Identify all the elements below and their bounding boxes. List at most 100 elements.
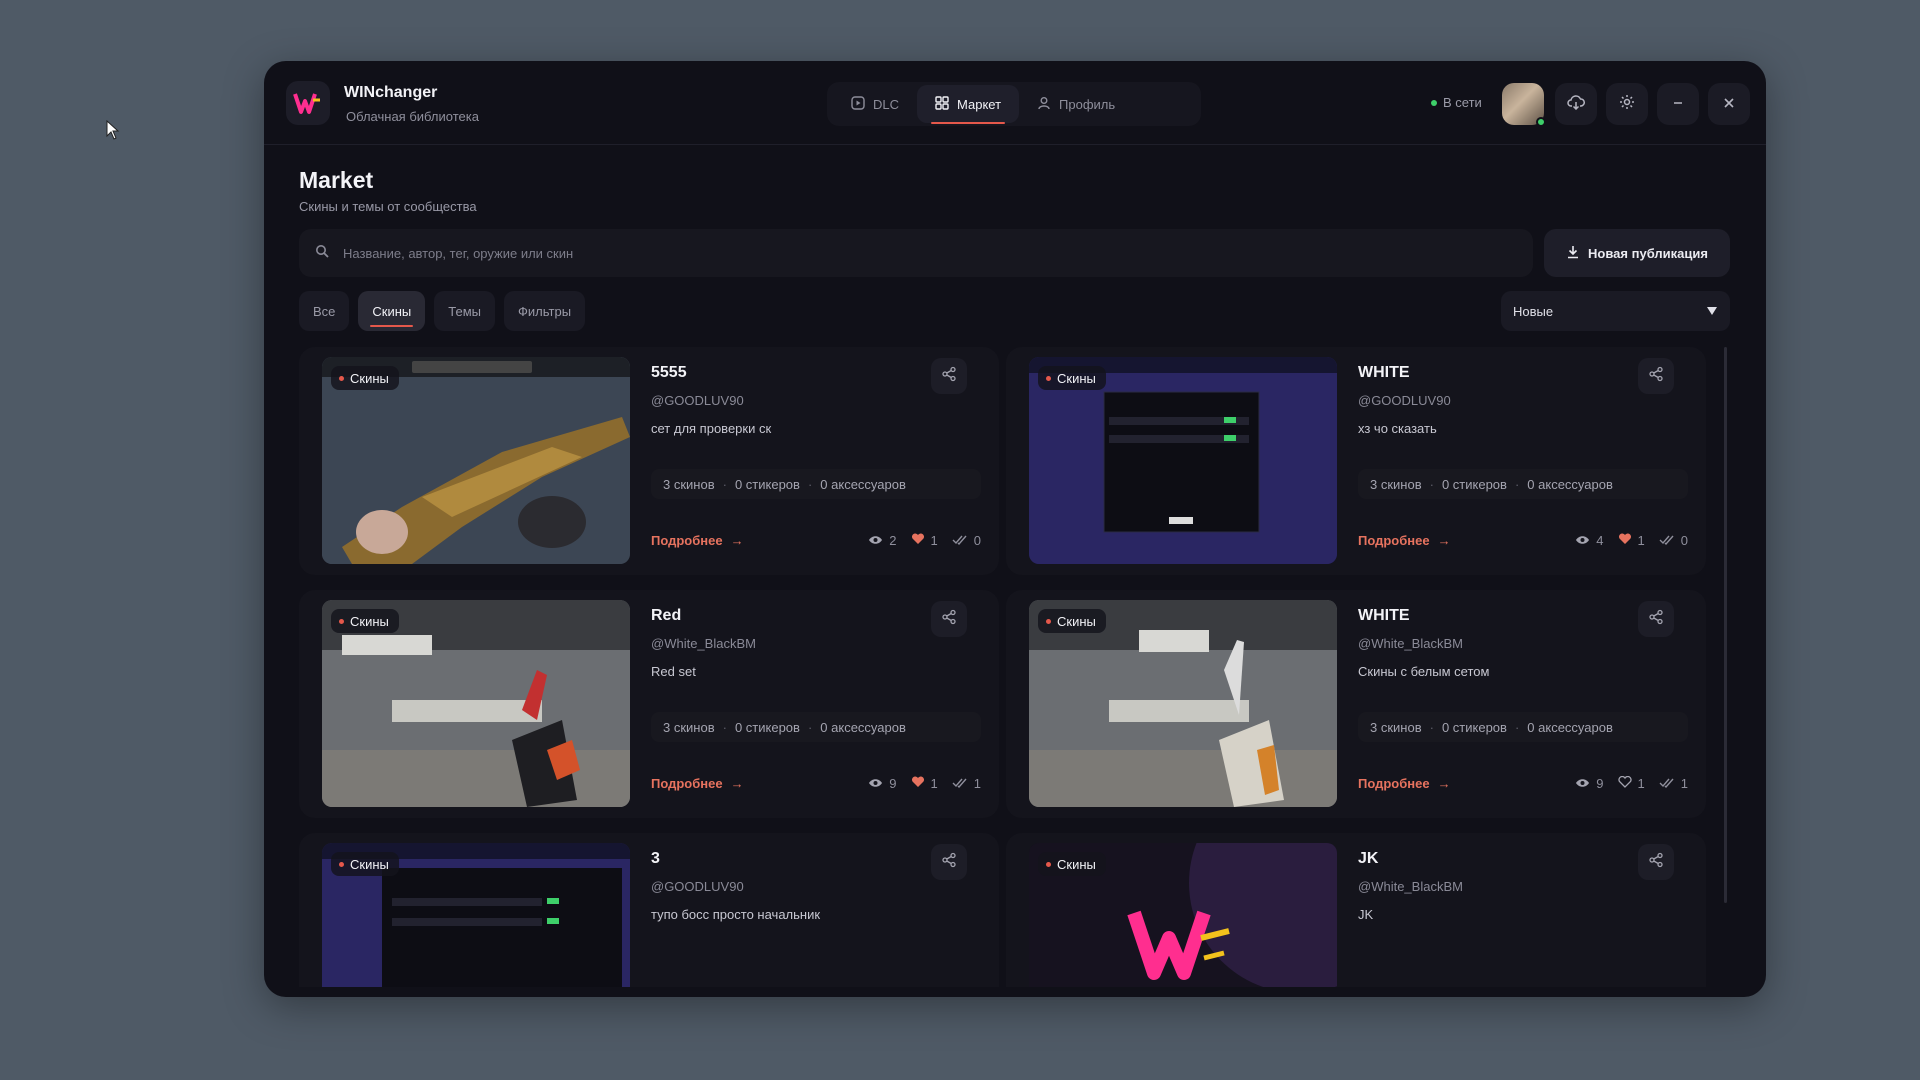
tag-label: Скины [1057, 370, 1096, 386]
app-logo [286, 81, 330, 125]
card-author[interactable]: @GOODLUV90 [1358, 393, 1451, 408]
sort-value: Новые [1513, 303, 1554, 319]
market-card[interactable]: Скины 3 @GOODLUV90 тупо босс просто нача… [299, 833, 999, 987]
details-link[interactable]: Подробнее → [651, 776, 744, 791]
tag-label: Скины [350, 370, 389, 386]
avatar[interactable] [1502, 83, 1546, 127]
card-stats: 9 1 1 [868, 776, 981, 791]
accessories-count: 0 аксессуаров [1527, 476, 1613, 492]
page-subtitle: Скины и темы от сообщества [299, 199, 477, 214]
accessories-count: 0 аксессуаров [820, 719, 906, 735]
share-button[interactable] [1638, 601, 1674, 637]
online-status: В сети [1431, 95, 1482, 110]
share-button[interactable] [1638, 358, 1674, 394]
eye-icon [868, 533, 883, 548]
installs-count: 1 [1680, 776, 1688, 791]
share-button[interactable] [931, 844, 967, 880]
tab-profile[interactable]: Профиль [1019, 85, 1133, 123]
filter-themes[interactable]: Темы [434, 291, 496, 331]
gear-icon [1619, 94, 1635, 115]
dropdown-arrow-icon [1706, 304, 1718, 319]
category-tag: Скины [331, 609, 399, 633]
details-link[interactable]: Подробнее → [1358, 533, 1451, 548]
card-stats: 2 1 0 [868, 533, 981, 548]
details-label: Подробнее [1358, 776, 1430, 791]
card-description: JK [1358, 907, 1374, 922]
search-input[interactable] [343, 245, 1443, 261]
cloud-sync-icon [1567, 94, 1585, 115]
online-dot-icon [1431, 99, 1437, 106]
app-window: WINchanger Облачная библиотека DLC Марке… [264, 61, 1766, 997]
card-author[interactable]: @White_BlackBM [651, 636, 756, 651]
details-link[interactable]: Подробнее → [1358, 776, 1451, 791]
minimize-button[interactable] [1657, 83, 1699, 125]
category-tag: Скины [1038, 366, 1106, 390]
card-author[interactable]: @GOODLUV90 [651, 393, 744, 408]
status-label: В сети [1443, 95, 1482, 110]
tab-profile-label: Профиль [1059, 96, 1116, 112]
scrollbar[interactable] [1724, 347, 1727, 903]
settings-button[interactable] [1606, 83, 1648, 125]
tag-label: Скины [350, 613, 389, 629]
content-counts: 3 скинов · 0 стикеров · 0 аксессуаров [1358, 469, 1688, 499]
filter-skins[interactable]: Скины [358, 291, 426, 331]
like-button[interactable]: 1 [1617, 775, 1645, 791]
app-subtitle: Облачная библиотека [346, 109, 479, 124]
views-count: 9 [1596, 776, 1604, 791]
app-title: WINchanger [344, 84, 438, 101]
close-button[interactable] [1708, 83, 1750, 125]
card-author[interactable]: @White_BlackBM [1358, 636, 1463, 651]
card-author[interactable]: @White_BlackBM [1358, 879, 1463, 894]
eye-icon [868, 776, 883, 791]
share-button[interactable] [1638, 844, 1674, 880]
tab-dlc[interactable]: DLC [833, 85, 917, 123]
market-card[interactable]: Скины JK @White_BlackBM JK [1006, 833, 1706, 987]
tab-market-label: Маркет [957, 96, 1002, 112]
market-grid: Скины 5555 @GOODLUV90 сет для проверки с… [299, 347, 1729, 987]
heart-icon [911, 533, 925, 548]
share-button[interactable] [931, 358, 967, 394]
views-count: 4 [1596, 533, 1604, 548]
filter-filters[interactable]: Фильтры [504, 291, 586, 331]
double-check-icon [952, 533, 968, 548]
share-button[interactable] [931, 601, 967, 637]
card-stats: 4 1 0 [1575, 533, 1688, 548]
tab-market[interactable]: Маркет [917, 85, 1020, 124]
details-link[interactable]: Подробнее → [651, 533, 744, 548]
card-title: 5555 [651, 364, 687, 381]
double-check-icon [1659, 533, 1675, 548]
card-thumbnail: Скины [322, 357, 630, 564]
eye-icon [1575, 533, 1590, 548]
category-tag: Скины [1038, 852, 1106, 876]
card-thumbnail: Скины [1029, 600, 1337, 807]
card-author[interactable]: @GOODLUV90 [651, 879, 744, 894]
search-icon [315, 244, 329, 263]
like-button[interactable]: 1 [911, 776, 938, 791]
card-thumbnail: Скины [322, 843, 630, 987]
cloud-sync-button[interactable] [1555, 83, 1597, 125]
card-thumbnail: Скины [1029, 843, 1337, 987]
sort-select[interactable]: Новые [1501, 291, 1730, 331]
market-card[interactable]: Скины 5555 @GOODLUV90 сет для проверки с… [299, 347, 999, 575]
play-icon [851, 95, 865, 113]
likes-count: 1 [1637, 776, 1645, 791]
accessories-count: 0 аксессуаров [820, 476, 906, 492]
tag-dot-icon [339, 375, 344, 381]
double-check-icon [1659, 776, 1675, 791]
card-thumbnail: Скины [1029, 357, 1337, 564]
page-title: Market [299, 167, 374, 193]
installs-count: 0 [1680, 533, 1688, 548]
new-publication-button[interactable]: Новая публикация [1544, 229, 1730, 277]
market-card[interactable]: Скины WHITE @White_BlackBM Скины с белым… [1006, 590, 1706, 818]
like-button[interactable]: 1 [911, 533, 938, 548]
share-icon [941, 852, 957, 873]
user-icon [1037, 96, 1051, 113]
heart-icon [911, 776, 925, 791]
content-counts: 3 скинов · 0 стикеров · 0 аксессуаров [651, 469, 981, 499]
like-button[interactable]: 1 [1618, 533, 1645, 548]
market-card[interactable]: Скины WHITE @GOODLUV90 хз чо сказать 3 с… [1006, 347, 1706, 575]
share-icon [1648, 852, 1664, 873]
market-card[interactable]: Скины Red @White_BlackBM Red set 3 скино… [299, 590, 999, 818]
filter-all[interactable]: Все [299, 291, 350, 331]
card-description: Скины с белым сетом [1358, 664, 1490, 679]
